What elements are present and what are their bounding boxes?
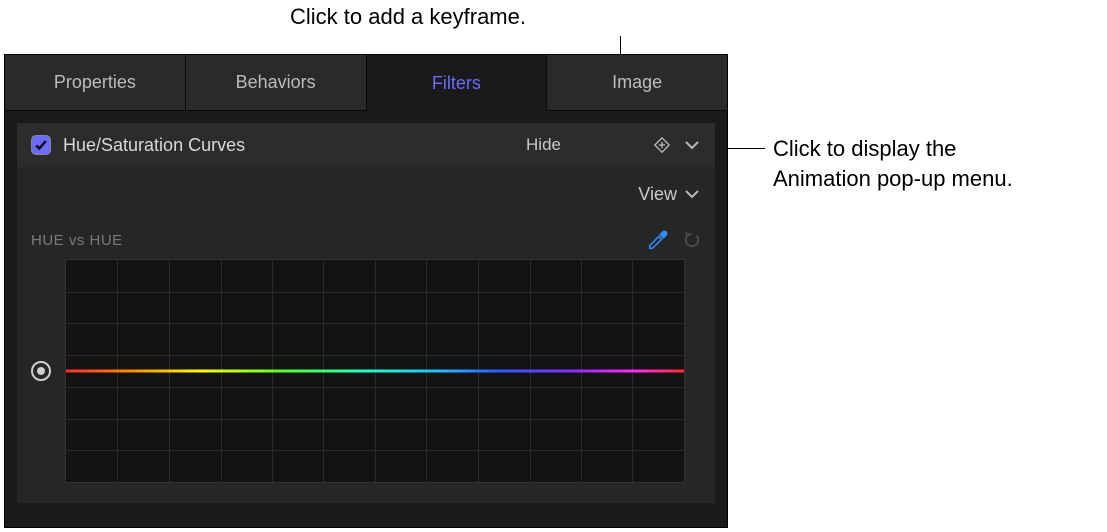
hide-button[interactable]: Hide [526,135,561,155]
view-menu-chevron-icon[interactable] [683,185,701,203]
reset-curve-icon[interactable] [683,231,701,249]
tab-filters[interactable]: Filters [367,55,548,111]
tab-image[interactable]: Image [547,55,727,111]
tab-properties[interactable]: Properties [5,55,186,111]
curve-tools [647,229,701,251]
annotation-line-1: Click to display the [773,134,1013,164]
view-menu[interactable]: View [638,184,677,205]
view-menu-row: View [31,177,701,211]
inspector-tabs: Properties Behaviors Filters Image [5,55,727,111]
add-keyframe-icon[interactable] [651,134,673,156]
hue-curve-line[interactable] [66,370,684,373]
curve-editor-area [31,259,701,483]
filter-header-bar: Hue/Saturation Curves Hide [17,123,715,167]
curve-name-label: HUE vs HUE [31,232,123,249]
filter-enable-checkbox[interactable] [31,135,51,155]
animation-menu-chevron-icon[interactable] [683,136,701,154]
tab-behaviors[interactable]: Behaviors [186,55,367,111]
annotation-animation-menu: Click to display the Animation pop-up me… [773,134,1013,194]
curve-label-row: HUE vs HUE [31,229,701,251]
hue-curve-grid[interactable] [65,259,685,483]
master-control-point[interactable] [31,361,51,381]
annotation-add-keyframe: Click to add a keyframe. [290,4,526,30]
annotation-line-2: Animation pop-up menu. [773,164,1013,194]
filter-body: View HUE vs HUE [17,167,715,503]
eyedropper-icon[interactable] [647,229,669,251]
inspector-panel: Properties Behaviors Filters Image Hue/S… [4,54,728,528]
filter-title: Hue/Saturation Curves [63,135,526,156]
